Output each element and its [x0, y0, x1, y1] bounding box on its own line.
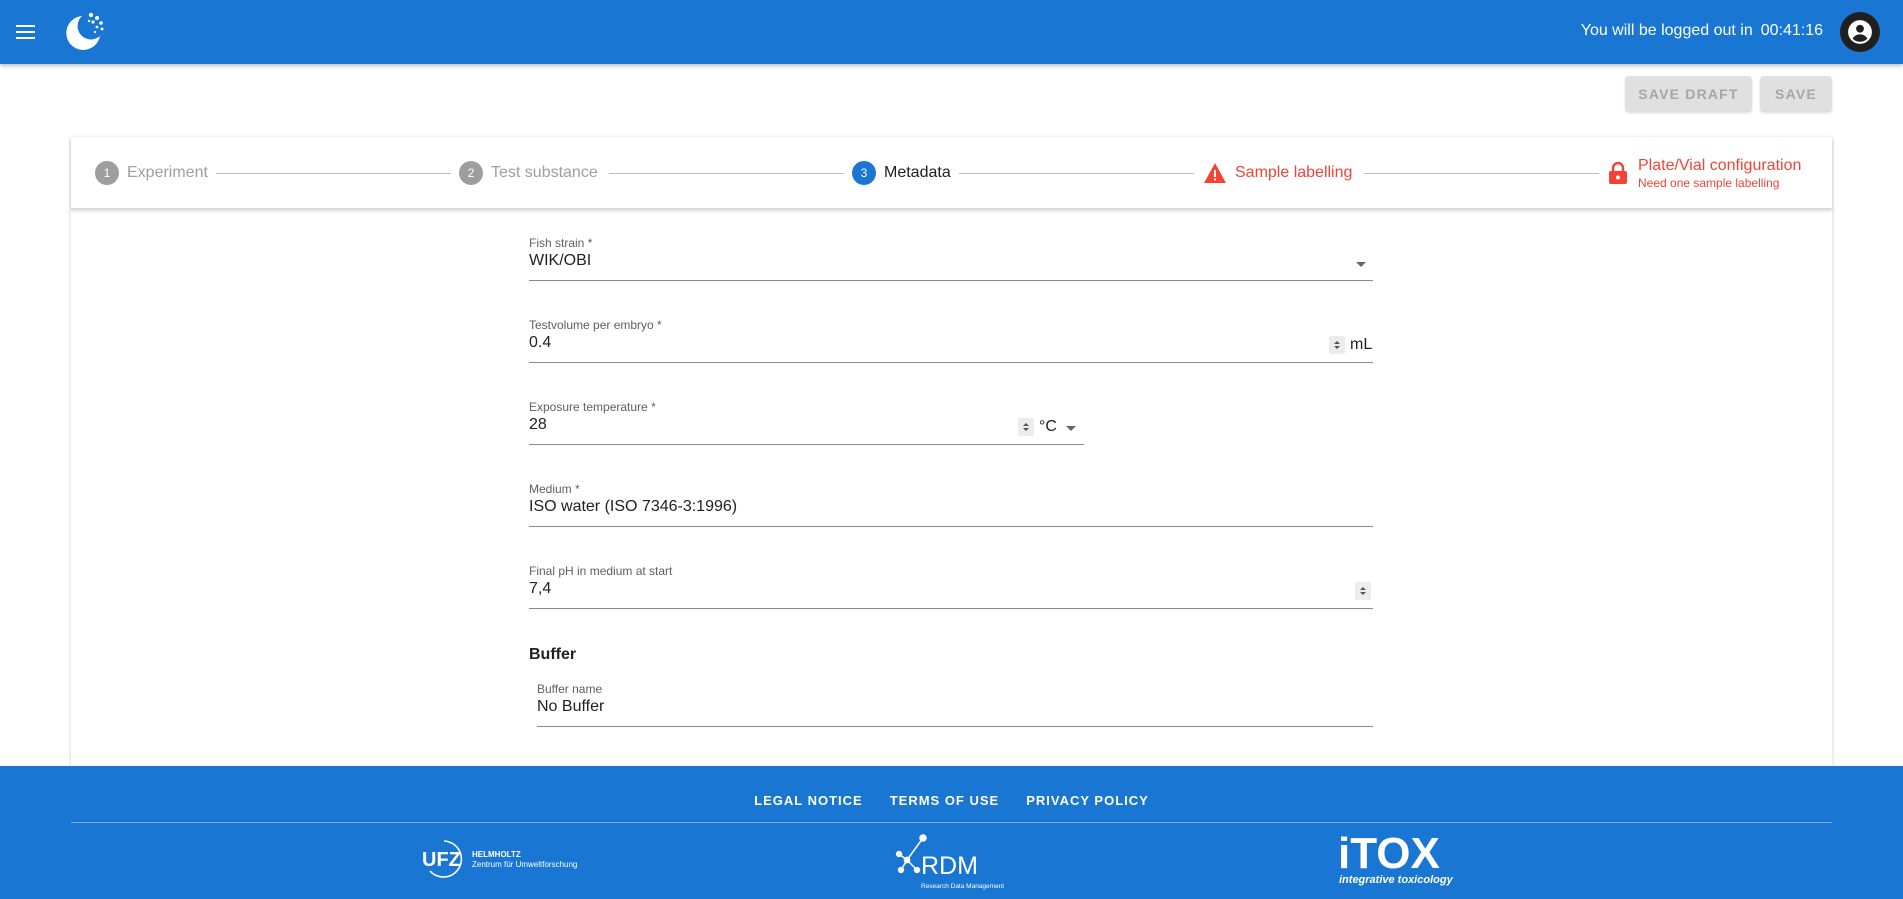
form-card: 1 Experiment 2 Test substance 3 Metadata…: [71, 137, 1832, 777]
medium-input[interactable]: ISO water (ISO 7346-3:1996): [529, 498, 737, 516]
itox-logo[interactable]: iTOX integrative toxicology: [1338, 826, 1460, 886]
step-experiment[interactable]: 1 Experiment: [95, 137, 208, 209]
final-ph-field[interactable]: Final pH in medium at start 7,4: [529, 564, 1373, 609]
footer: LEGAL NOTICE TERMS OF USE PRIVACY POLICY…: [0, 766, 1903, 899]
step-test-substance[interactable]: 2 Test substance: [459, 137, 598, 209]
number-spinner-icon[interactable]: [1018, 418, 1034, 436]
rdm-logo-tagline: Research Data Management: [921, 883, 1004, 890]
field-underline: [529, 280, 1373, 281]
footer-links: LEGAL NOTICE TERMS OF USE PRIVACY POLICY: [0, 793, 1903, 808]
field-underline: [529, 608, 1373, 609]
ufz-logo-mark: UFZ: [422, 849, 461, 871]
warning-icon: [1204, 163, 1226, 183]
step-metadata[interactable]: 3 Metadata: [852, 137, 951, 209]
step-sample-labelling[interactable]: Sample labelling: [1203, 137, 1352, 209]
stepper: 1 Experiment 2 Test substance 3 Metadata…: [71, 137, 1832, 209]
step-label: Experiment: [127, 164, 208, 181]
buffer-name-input[interactable]: No Buffer: [537, 698, 604, 716]
medium-label: Medium *: [529, 482, 580, 496]
step-connector: [959, 173, 1194, 174]
itox-logo-mark: iTOX: [1338, 829, 1440, 878]
step-number: 2: [459, 161, 483, 185]
fish-strain-select[interactable]: Fish strain * WIK/OBI: [529, 236, 1373, 281]
step-label: Sample labelling: [1235, 164, 1353, 181]
step-sublabel: Need one sample labelling: [1638, 175, 1780, 190]
ufz-logo-line1: HELMHOLTZ: [472, 850, 521, 859]
account-circle-icon: [1848, 20, 1872, 44]
number-spinner-icon[interactable]: [1329, 336, 1345, 354]
step-connector: [216, 173, 451, 174]
testvolume-field[interactable]: Testvolume per embryo * 0.4 mL: [529, 318, 1373, 363]
field-underline: [537, 726, 1373, 727]
field-underline: [529, 444, 1084, 445]
privacy-policy-link[interactable]: PRIVACY POLICY: [1026, 793, 1149, 808]
terms-of-use-link[interactable]: TERMS OF USE: [890, 793, 1000, 808]
testvolume-input[interactable]: 0.4: [529, 334, 551, 352]
step-connector: [1364, 173, 1599, 174]
save-button[interactable]: SAVE: [1760, 76, 1832, 112]
top-app-bar: You will be logged out in 00:41:16: [0, 0, 1903, 64]
medium-field[interactable]: Medium * ISO water (ISO 7346-3:1996): [529, 482, 1373, 527]
fish-strain-value: WIK/OBI: [529, 252, 592, 269]
account-icon[interactable]: [1840, 12, 1880, 52]
buffer-name-label: Buffer name: [537, 682, 603, 696]
final-ph-input[interactable]: 7,4: [529, 580, 551, 598]
exposure-temperature-field[interactable]: Exposure temperature * 28 °C: [529, 400, 1084, 445]
save-draft-button[interactable]: SAVE DRAFT: [1625, 76, 1752, 112]
testvolume-label: Testvolume per embryo *: [529, 318, 662, 332]
step-label: Plate/Vial configuration: [1638, 156, 1802, 174]
footer-divider: [71, 822, 1832, 823]
testvolume-unit: mL: [1350, 336, 1373, 353]
step-number: 3: [852, 161, 876, 185]
step-connector: [609, 173, 844, 174]
ufz-logo-line2: Zentrum für Umweltforschung: [472, 860, 577, 869]
chevron-down-icon[interactable]: [1356, 262, 1366, 267]
step-plate-vial-configuration[interactable]: Plate/Vial configuration Need one sample…: [1608, 137, 1801, 209]
step-number: 1: [95, 161, 119, 185]
logout-countdown: You will be logged out in 00:41:16: [1581, 22, 1823, 40]
itox-logo-tagline: integrative toxicology: [1339, 874, 1454, 886]
buffer-name-field[interactable]: Buffer name No Buffer: [537, 682, 1373, 727]
logout-timer: 00:41:16: [1760, 22, 1823, 39]
legal-notice-link[interactable]: LEGAL NOTICE: [754, 793, 863, 808]
chevron-down-icon[interactable]: [1066, 426, 1076, 431]
lock-icon: [1609, 161, 1627, 184]
menu-icon[interactable]: [7, 14, 43, 50]
app-logo[interactable]: [60, 10, 108, 54]
rdm-logo[interactable]: RDM Research Data Management: [893, 830, 1008, 892]
step-label: Metadata: [884, 164, 951, 181]
fish-strain-label: Fish strain *: [529, 236, 593, 250]
step-label: Test substance: [491, 164, 598, 181]
final-ph-label: Final pH in medium at start: [529, 564, 673, 578]
logout-label: You will be logged out in: [1580, 22, 1753, 39]
exposure-temperature-input[interactable]: 28: [529, 416, 547, 434]
rdm-logo-mark: RDM: [921, 852, 978, 880]
field-underline: [529, 526, 1373, 527]
exposure-temperature-label: Exposure temperature *: [529, 400, 656, 414]
buffer-section-heading: Buffer: [529, 646, 577, 663]
temperature-unit-select[interactable]: °C: [1039, 418, 1057, 436]
ufz-logo[interactable]: UFZ HELMHOLTZ Zentrum für Umweltforschun…: [422, 838, 592, 880]
number-spinner-icon[interactable]: [1355, 582, 1371, 600]
field-underline: [529, 362, 1373, 363]
